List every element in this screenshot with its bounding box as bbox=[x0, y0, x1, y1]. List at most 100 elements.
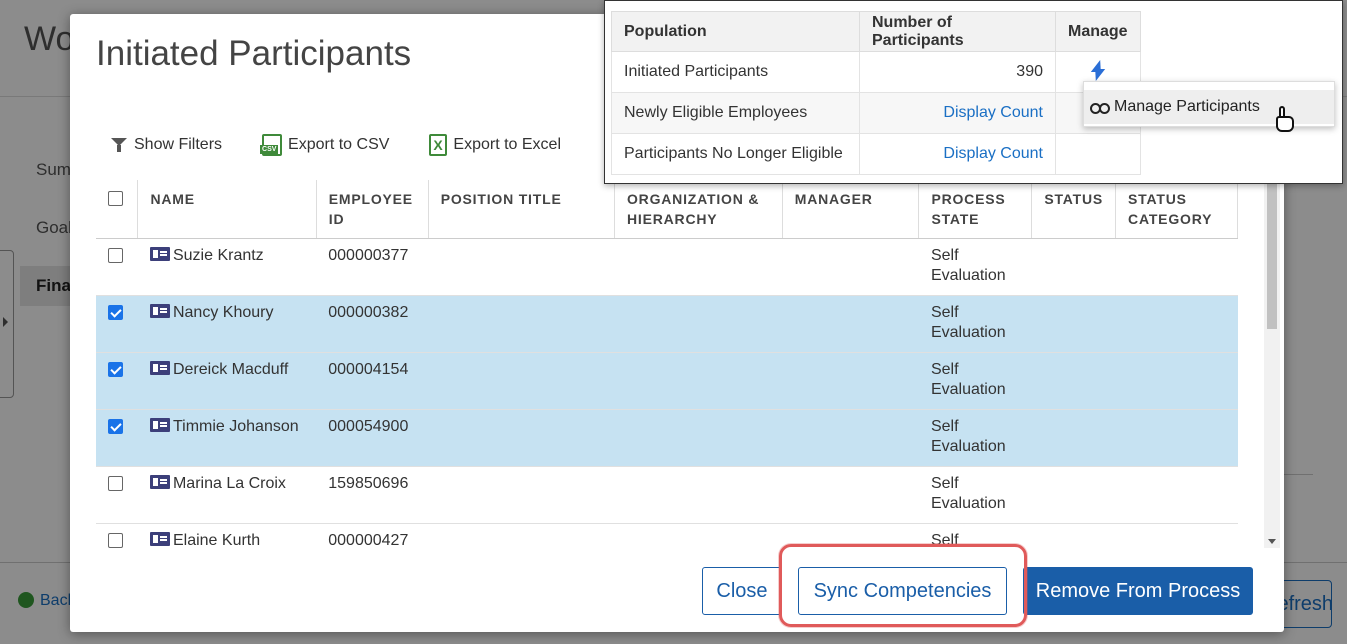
show-filters-button[interactable]: Show Filters bbox=[110, 134, 222, 156]
population-row: Participants No Longer Eligible Display … bbox=[611, 133, 1141, 175]
employee-name[interactable]: Nancy Khoury bbox=[173, 304, 274, 321]
row-checkbox[interactable] bbox=[108, 362, 123, 377]
column-header-name[interactable]: NAME bbox=[137, 180, 317, 239]
row-checkbox[interactable] bbox=[108, 533, 123, 548]
modal-title: Initiated Participants bbox=[96, 34, 412, 73]
column-header-position-title[interactable]: POSITION TITLE bbox=[428, 180, 615, 239]
scroll-down-arrow-icon[interactable] bbox=[1268, 539, 1276, 544]
employee-card-icon bbox=[149, 304, 170, 318]
display-count-link[interactable]: Display Count bbox=[859, 92, 1056, 134]
status-cell bbox=[1031, 409, 1116, 467]
display-count-link[interactable]: Display Count bbox=[859, 133, 1056, 175]
remove-from-process-button[interactable]: Remove From Process bbox=[1023, 567, 1253, 615]
column-header-employee-id[interactable]: EMPLOYEE ID bbox=[316, 180, 429, 239]
status-cell bbox=[1031, 523, 1116, 548]
excel-file-icon: X bbox=[429, 134, 448, 156]
table-row[interactable]: Suzie Krantz 000000377 Self Evaluation bbox=[96, 238, 1238, 296]
row-checkbox[interactable] bbox=[108, 476, 123, 491]
organization-cell bbox=[614, 466, 783, 524]
participants-table-container: NAME EMPLOYEE ID POSITION TITLE ORGANIZA… bbox=[96, 180, 1238, 548]
table-row[interactable]: Marina La Croix 159850696 Self Evaluatio… bbox=[96, 466, 1238, 524]
close-button[interactable]: Close bbox=[702, 567, 782, 615]
position-title-cell bbox=[428, 352, 615, 410]
table-row[interactable]: Nancy Khoury 000000382 Self Evaluation bbox=[96, 295, 1238, 353]
table-row[interactable]: Dereick Macduff 000004154 Self Evaluatio… bbox=[96, 352, 1238, 410]
organization-cell bbox=[614, 238, 783, 296]
manage-header: Manage bbox=[1055, 11, 1141, 52]
participants-table: NAME EMPLOYEE ID POSITION TITLE ORGANIZA… bbox=[96, 180, 1238, 548]
manager-cell bbox=[782, 409, 919, 467]
status-category-cell bbox=[1115, 295, 1238, 353]
position-title-cell bbox=[428, 523, 615, 548]
process-state: Self Evaluation bbox=[918, 238, 1032, 296]
population-callout: Population Number of Participants Manage… bbox=[604, 0, 1343, 184]
process-state: Self Evaluation bbox=[918, 352, 1032, 410]
table-row[interactable]: Timmie Johanson 000054900 Self Evaluatio… bbox=[96, 409, 1238, 467]
column-header-process-state[interactable]: PROCESS STATE bbox=[918, 180, 1033, 239]
select-all-checkbox[interactable] bbox=[108, 191, 123, 206]
status-cell bbox=[1031, 295, 1116, 353]
employee-card-icon bbox=[149, 361, 170, 375]
participants-count-header: Number of Participants bbox=[859, 11, 1056, 52]
table-scrollbar[interactable] bbox=[1264, 180, 1280, 548]
hand-pointer-cursor-icon bbox=[1274, 106, 1296, 134]
population-table: Population Number of Participants Manage… bbox=[611, 11, 1141, 175]
status-category-cell bbox=[1115, 523, 1238, 548]
annotation-highlight-box bbox=[779, 544, 1027, 627]
manage-cell bbox=[1055, 133, 1141, 175]
table-row[interactable]: Elaine Kurth 000000427 Self bbox=[96, 523, 1238, 548]
binoculars-icon bbox=[1090, 101, 1110, 114]
employee-name[interactable]: Timmie Johanson bbox=[173, 418, 299, 435]
population-row: Initiated Participants 390 bbox=[611, 51, 1141, 93]
manage-lightning-icon[interactable] bbox=[1090, 60, 1106, 80]
manage-dropdown-menu: Manage Participants bbox=[1083, 81, 1335, 127]
table-header-row: NAME EMPLOYEE ID POSITION TITLE ORGANIZA… bbox=[96, 180, 1238, 239]
employee-id: 159850696 bbox=[316, 466, 429, 524]
position-title-cell bbox=[428, 295, 615, 353]
row-checkbox[interactable] bbox=[108, 248, 123, 263]
status-category-cell bbox=[1115, 466, 1238, 524]
employee-name[interactable]: Marina La Croix bbox=[173, 475, 286, 492]
process-state: Self Evaluation bbox=[918, 295, 1032, 353]
row-checkbox[interactable] bbox=[108, 305, 123, 320]
population-row: Newly Eligible Employees Display Count bbox=[611, 92, 1141, 134]
manager-cell bbox=[782, 295, 919, 353]
organization-cell bbox=[614, 295, 783, 353]
export-excel-button[interactable]: X Export to Excel bbox=[429, 134, 561, 156]
select-all-header bbox=[96, 180, 139, 239]
status-cell bbox=[1031, 466, 1116, 524]
column-header-organization[interactable]: ORGANIZATION & HIERARCHY bbox=[614, 180, 783, 239]
show-filters-label: Show Filters bbox=[134, 136, 223, 153]
column-header-status[interactable]: STATUS bbox=[1031, 180, 1117, 239]
position-title-cell bbox=[428, 409, 615, 467]
position-title-cell bbox=[428, 238, 615, 296]
population-name: Initiated Participants bbox=[611, 51, 860, 93]
column-header-manager[interactable]: MANAGER bbox=[782, 180, 920, 239]
scrollbar-thumb[interactable] bbox=[1267, 184, 1277, 329]
row-checkbox[interactable] bbox=[108, 419, 123, 434]
population-name: Newly Eligible Employees bbox=[611, 92, 860, 134]
organization-cell bbox=[614, 409, 783, 467]
manager-cell bbox=[782, 238, 919, 296]
filter-icon bbox=[110, 136, 128, 154]
employee-id: 000004154 bbox=[316, 352, 429, 410]
process-state: Self Evaluation bbox=[918, 466, 1032, 524]
population-header-row: Population Number of Participants Manage bbox=[611, 11, 1141, 52]
column-header-status-category[interactable]: STATUS CATEGORY bbox=[1115, 180, 1238, 239]
process-state: Self Evaluation bbox=[918, 409, 1032, 467]
modal-toolbar: Show Filters CSV Export to CSV X Export … bbox=[110, 134, 561, 156]
employee-id: 000000377 bbox=[316, 238, 429, 296]
organization-cell bbox=[614, 352, 783, 410]
export-csv-label: Export to CSV bbox=[288, 136, 390, 153]
export-csv-button[interactable]: CSV Export to CSV bbox=[260, 134, 390, 156]
employee-name[interactable]: Dereick Macduff bbox=[173, 361, 288, 378]
manage-participants-menu-item[interactable]: Manage Participants bbox=[1084, 90, 1334, 124]
employee-card-icon bbox=[149, 418, 170, 432]
export-excel-label: Export to Excel bbox=[453, 136, 562, 153]
employee-name[interactable]: Elaine Kurth bbox=[173, 532, 260, 548]
employee-card-icon bbox=[149, 532, 170, 546]
participant-count: 390 bbox=[859, 51, 1056, 93]
position-title-cell bbox=[428, 466, 615, 524]
employee-card-icon bbox=[149, 475, 170, 489]
employee-name[interactable]: Suzie Krantz bbox=[173, 247, 264, 264]
